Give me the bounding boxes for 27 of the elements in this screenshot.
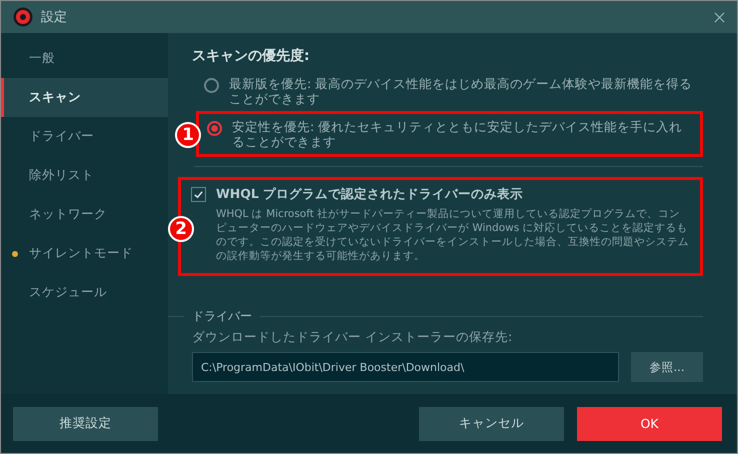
sidebar-item[interactable]: 一般 [1,39,168,78]
radio-button[interactable] [207,121,222,136]
option-label: 安定性を優先: 優れたセキュリティとともに安定したデバイス性能を手に入れることができます [232,119,684,149]
path-label: ダウンロードしたドライバー インストーラーの保存先: [192,329,514,346]
path-field[interactable]: C:\ProgramData\IObit\Driver Booster\Download\ [192,352,619,382]
checkmark-icon [193,189,204,200]
number-badge: 2 [168,216,194,242]
section-title: ドライバー [192,308,252,325]
checkbox-label: WHQL プログラムで認定されたドライバーのみ表示 [216,186,524,203]
number-badge: 1 [175,122,201,148]
sidebar-item[interactable]: サイレントモード [1,234,168,273]
option-label: 最新版を優先: 最高のデバイス性能をはじめ最高のゲーム体験や最新機能を得ることができます [229,76,694,106]
checkbox[interactable] [191,187,206,202]
close-icon[interactable] [714,12,725,22]
description-text: WHQL は Microsoft 社がサードパーティー製品について運用している認定プログラムで、コンピューターのハードウェアやデバイスドライバーが Windows に対応していることを認定するものです。この認定を受けていないドライバーをインストールした場合、互換性の問題やシステムの誤作動等が発生する可能性があります。 [216,207,690,263]
ok-button[interactable]: OK [577,406,722,440]
recommended-settings-button[interactable]: 推奨設定 [13,406,158,440]
sidebar-item[interactable]: 除外リスト [1,156,168,195]
sidebar-item[interactable]: スキャン [1,78,168,117]
window-title: 設定 [41,9,67,26]
radio-button[interactable] [204,78,219,93]
section-heading: スキャンの優先度: [192,47,311,65]
browse-button[interactable]: 参照... [631,352,703,382]
sidebar-item[interactable]: スケジュール [1,273,168,312]
cancel-button[interactable]: キャンセル [419,406,564,440]
sidebar-item[interactable]: ドライバー [1,117,168,156]
sidebar-item[interactable]: ネットワーク [1,195,168,234]
